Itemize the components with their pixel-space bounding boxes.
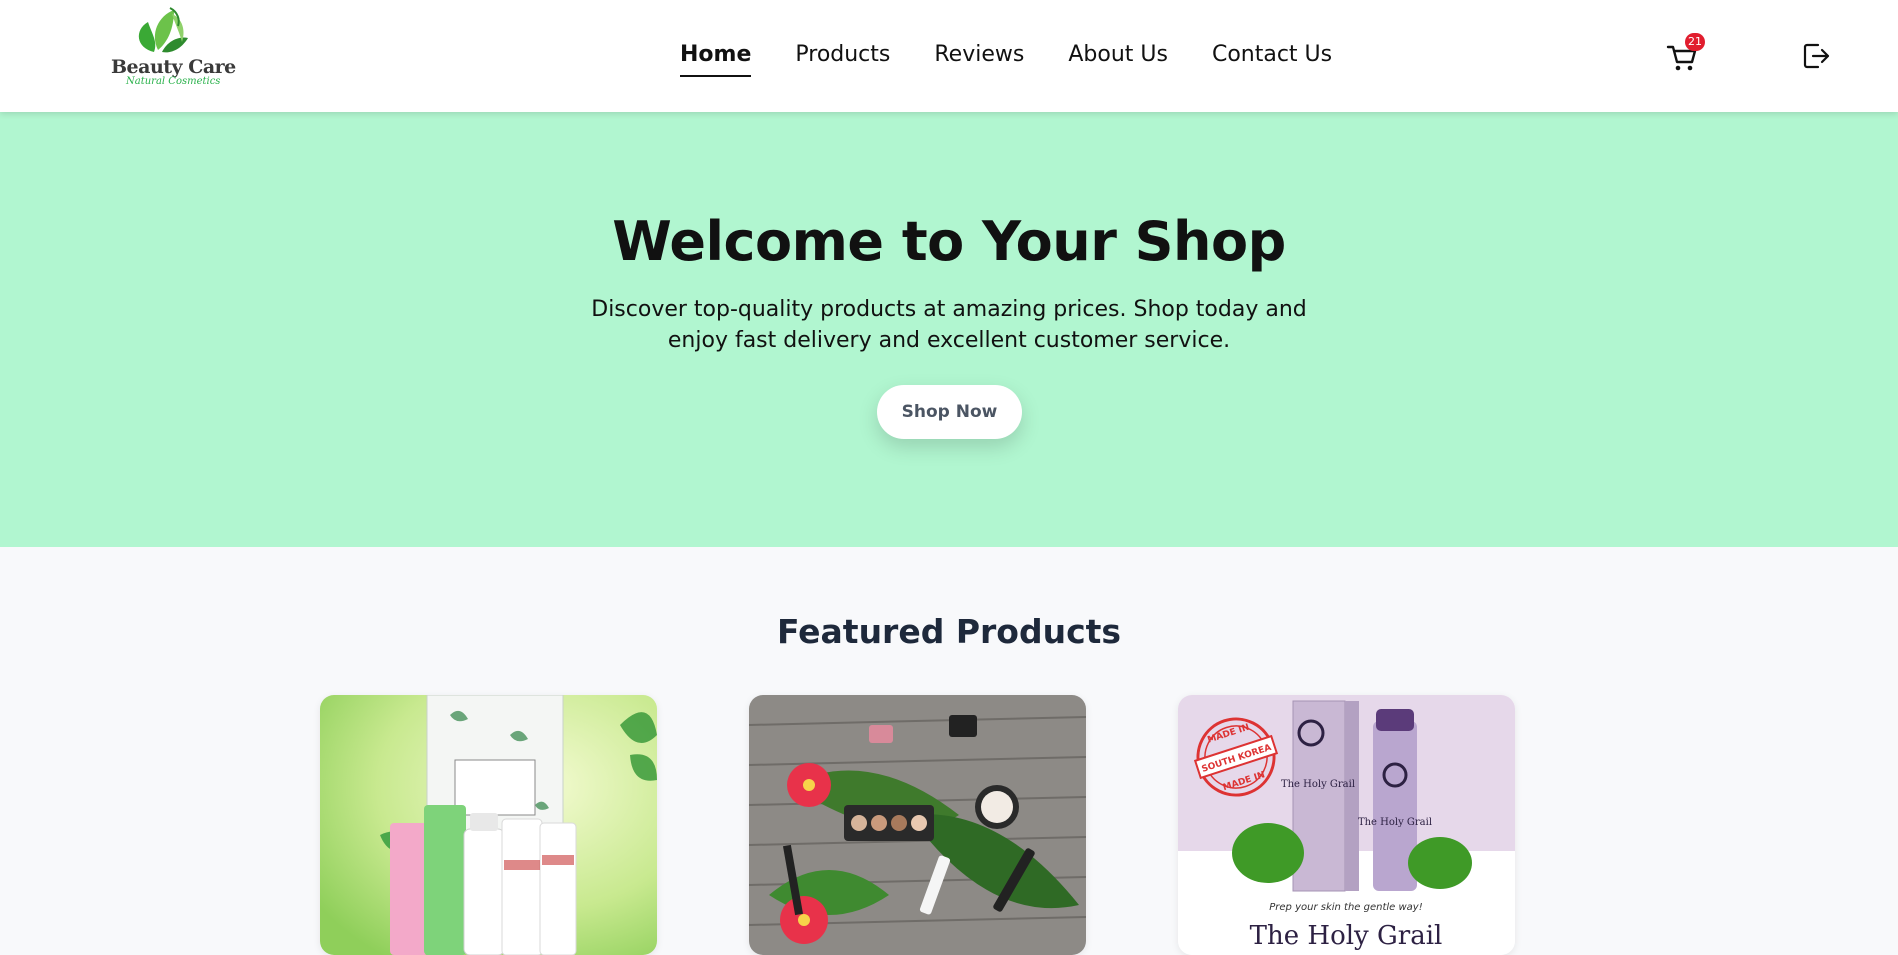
product-card[interactable]: MADE IN SOUTH KOREA MADE IN The Holy Gra… [1178,695,1515,955]
nav-reviews[interactable]: Reviews [934,38,1024,72]
brand-name: Beauty Care [111,56,236,78]
leaf-logo-icon [138,7,188,53]
brand-logo[interactable]: Beauty Care Natural Cosmetics [108,4,236,88]
holy-grail-toner-image: MADE IN SOUTH KOREA MADE IN The Holy Gra… [1178,695,1515,955]
main-nav: Home Products Reviews About Us Contact U… [680,38,1332,78]
nav-home[interactable]: Home [680,38,752,77]
makeup-flatlay-image [749,695,1086,955]
bottle-product-name: The Holy Grail [1358,817,1432,828]
hero-banner: Welcome to Your Shop Discover top-qualit… [0,112,1898,547]
nav-products[interactable]: Products [795,38,890,72]
featured-products-title: Featured Products [776,612,1122,651]
card-headline: The Holy Grail [1250,921,1443,951]
logout-button[interactable] [1800,40,1832,72]
box-product-name: The Holy Grail [1281,779,1355,790]
card-caption: Prep your skin the gentle way! [1269,902,1422,913]
brand-tagline: Natural Cosmetics [126,76,221,87]
nav-about-us[interactable]: About Us [1068,38,1168,72]
site-header: Beauty Care Natural Cosmetics Home Produ… [0,0,1898,112]
shop-now-button[interactable]: Shop Now [877,385,1022,439]
hero-title: Welcome to Your Shop [612,210,1286,273]
hero-subtitle: Discover top-quality products at amazing… [591,297,1307,353]
nav-contact-us[interactable]: Contact Us [1212,38,1332,72]
cart-count-badge: 21 [1685,33,1705,51]
product-card[interactable] [749,695,1086,955]
logout-icon [1803,43,1830,69]
product-card[interactable] [320,695,657,955]
skincare-set-image [320,695,657,955]
